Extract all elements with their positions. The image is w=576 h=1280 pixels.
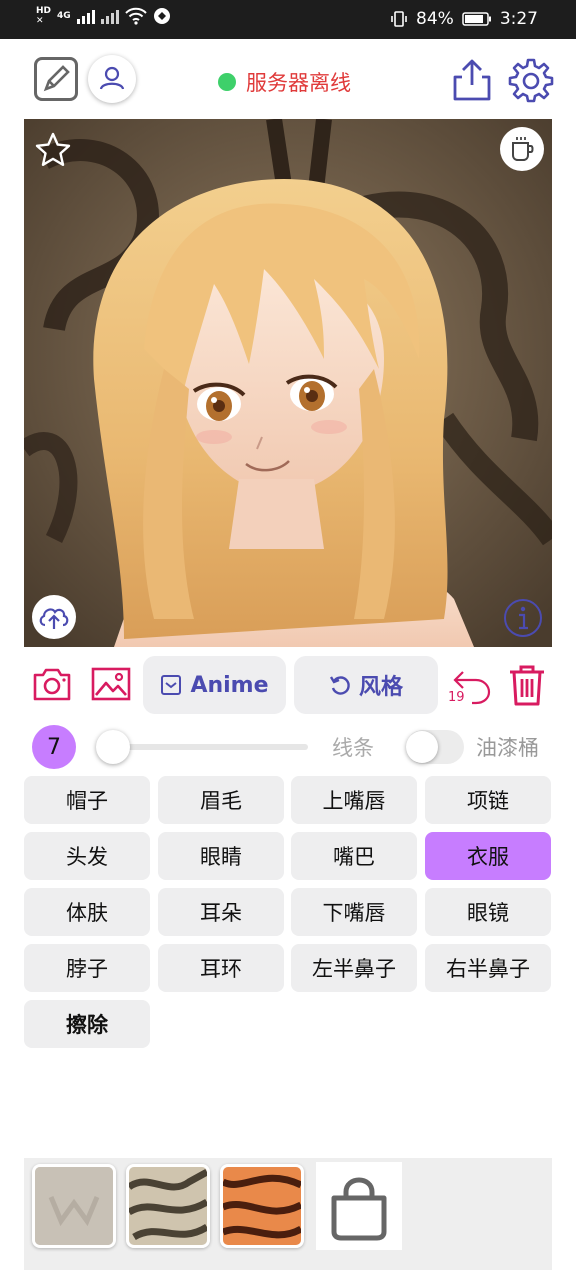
clock: 3:27	[499, 9, 538, 29]
category-neck[interactable]: 脖子	[24, 944, 150, 992]
bucket-mode-label: 油漆桶	[476, 736, 539, 760]
category-lower-lip[interactable]: 下嘴唇	[291, 888, 417, 936]
tool-bar: Anime 风格 19	[0, 654, 576, 718]
undo-button[interactable]: 19	[446, 666, 494, 706]
style-thumbnail[interactable]	[126, 1164, 210, 1248]
bucket-toggle-knob	[406, 731, 438, 763]
favorite-star-icon[interactable]	[34, 131, 72, 169]
erase-button[interactable]: 擦除	[24, 1000, 150, 1048]
edit-button[interactable]	[34, 57, 78, 101]
settings-button[interactable]	[508, 57, 554, 103]
style-label: 风格	[358, 675, 403, 700]
server-status-text: 服务器离线	[246, 71, 351, 95]
trash-icon[interactable]	[506, 662, 548, 708]
category-eyes[interactable]: 眼睛	[158, 832, 284, 880]
anime-model-button[interactable]: Anime	[143, 656, 286, 714]
gear-icon	[508, 58, 554, 103]
anime-model-label: Anime	[190, 672, 269, 698]
style-thumbnail[interactable]	[220, 1164, 304, 1248]
category-ears[interactable]: 耳朵	[158, 888, 284, 936]
network-type: 4G	[57, 11, 71, 21]
category-skin[interactable]: 体肤	[24, 888, 150, 936]
category-left-nose[interactable]: 左半鼻子	[291, 944, 417, 992]
category-glasses[interactable]: 眼镜	[425, 888, 551, 936]
category-upper-lip[interactable]: 上嘴唇	[291, 776, 417, 824]
line-mode-label: 线条	[332, 736, 374, 760]
vibrate-icon	[391, 11, 407, 27]
status-dot	[218, 73, 236, 91]
anime-portrait-image	[24, 119, 552, 647]
style-thumbnail[interactable]	[32, 1164, 116, 1248]
brush-controls: 7 线条 油漆桶	[0, 722, 576, 772]
signal-2-icon	[100, 8, 119, 24]
pattern-thumbnail-image	[129, 1167, 207, 1245]
gallery-icon[interactable]	[90, 666, 132, 702]
battery-percent: 84%	[416, 9, 454, 29]
drawing-canvas[interactable]	[24, 119, 552, 647]
share-button[interactable]	[450, 57, 494, 103]
server-status: 服务器离线	[218, 67, 351, 97]
watermark-thumbnail-image	[35, 1167, 113, 1245]
edit-icon	[43, 65, 70, 92]
refresh-icon	[329, 676, 350, 695]
shopping-bag-icon	[331, 1177, 387, 1241]
shop-button[interactable]	[316, 1162, 402, 1250]
category-clothes[interactable]: 衣服	[425, 832, 551, 880]
style-tray	[24, 1158, 552, 1270]
user-icon	[99, 66, 125, 90]
app-header: 服务器离线	[0, 39, 576, 119]
network-badge: HD ✕	[36, 6, 52, 26]
brush-size-slider[interactable]	[104, 744, 308, 750]
brush-size-slider-thumb[interactable]	[96, 730, 130, 764]
user-button[interactable]	[88, 55, 136, 103]
status-bar: HD ✕ 4G 84% 3:27	[0, 0, 576, 39]
battery-icon	[462, 12, 491, 26]
wifi-icon	[124, 7, 147, 25]
dropdown-box-icon	[161, 675, 182, 695]
donate-button[interactable]	[500, 127, 544, 171]
category-hair[interactable]: 头发	[24, 832, 150, 880]
camera-icon[interactable]	[32, 666, 72, 702]
category-mouth[interactable]: 嘴巴	[291, 832, 417, 880]
style-button[interactable]: 风格	[294, 656, 438, 714]
category-eyebrows[interactable]: 眉毛	[158, 776, 284, 824]
upload-button[interactable]	[32, 595, 76, 639]
info-icon[interactable]	[502, 597, 544, 639]
cloud-upload-icon	[39, 608, 69, 629]
signal-icon	[76, 8, 95, 24]
category-necklace[interactable]: 项链	[425, 776, 551, 824]
share-icon	[453, 59, 491, 101]
brush-size-badge[interactable]: 7	[32, 725, 76, 769]
category-earrings[interactable]: 耳环	[158, 944, 284, 992]
category-right-nose[interactable]: 右半鼻子	[425, 944, 551, 992]
tiger-stripe-thumbnail-image	[223, 1167, 301, 1245]
coffee-cup-icon	[512, 137, 534, 161]
category-hat[interactable]: 帽子	[24, 776, 150, 824]
bucket-toggle[interactable]	[406, 730, 464, 764]
undo-count: 19	[448, 690, 465, 705]
vpn-icon	[153, 8, 170, 24]
